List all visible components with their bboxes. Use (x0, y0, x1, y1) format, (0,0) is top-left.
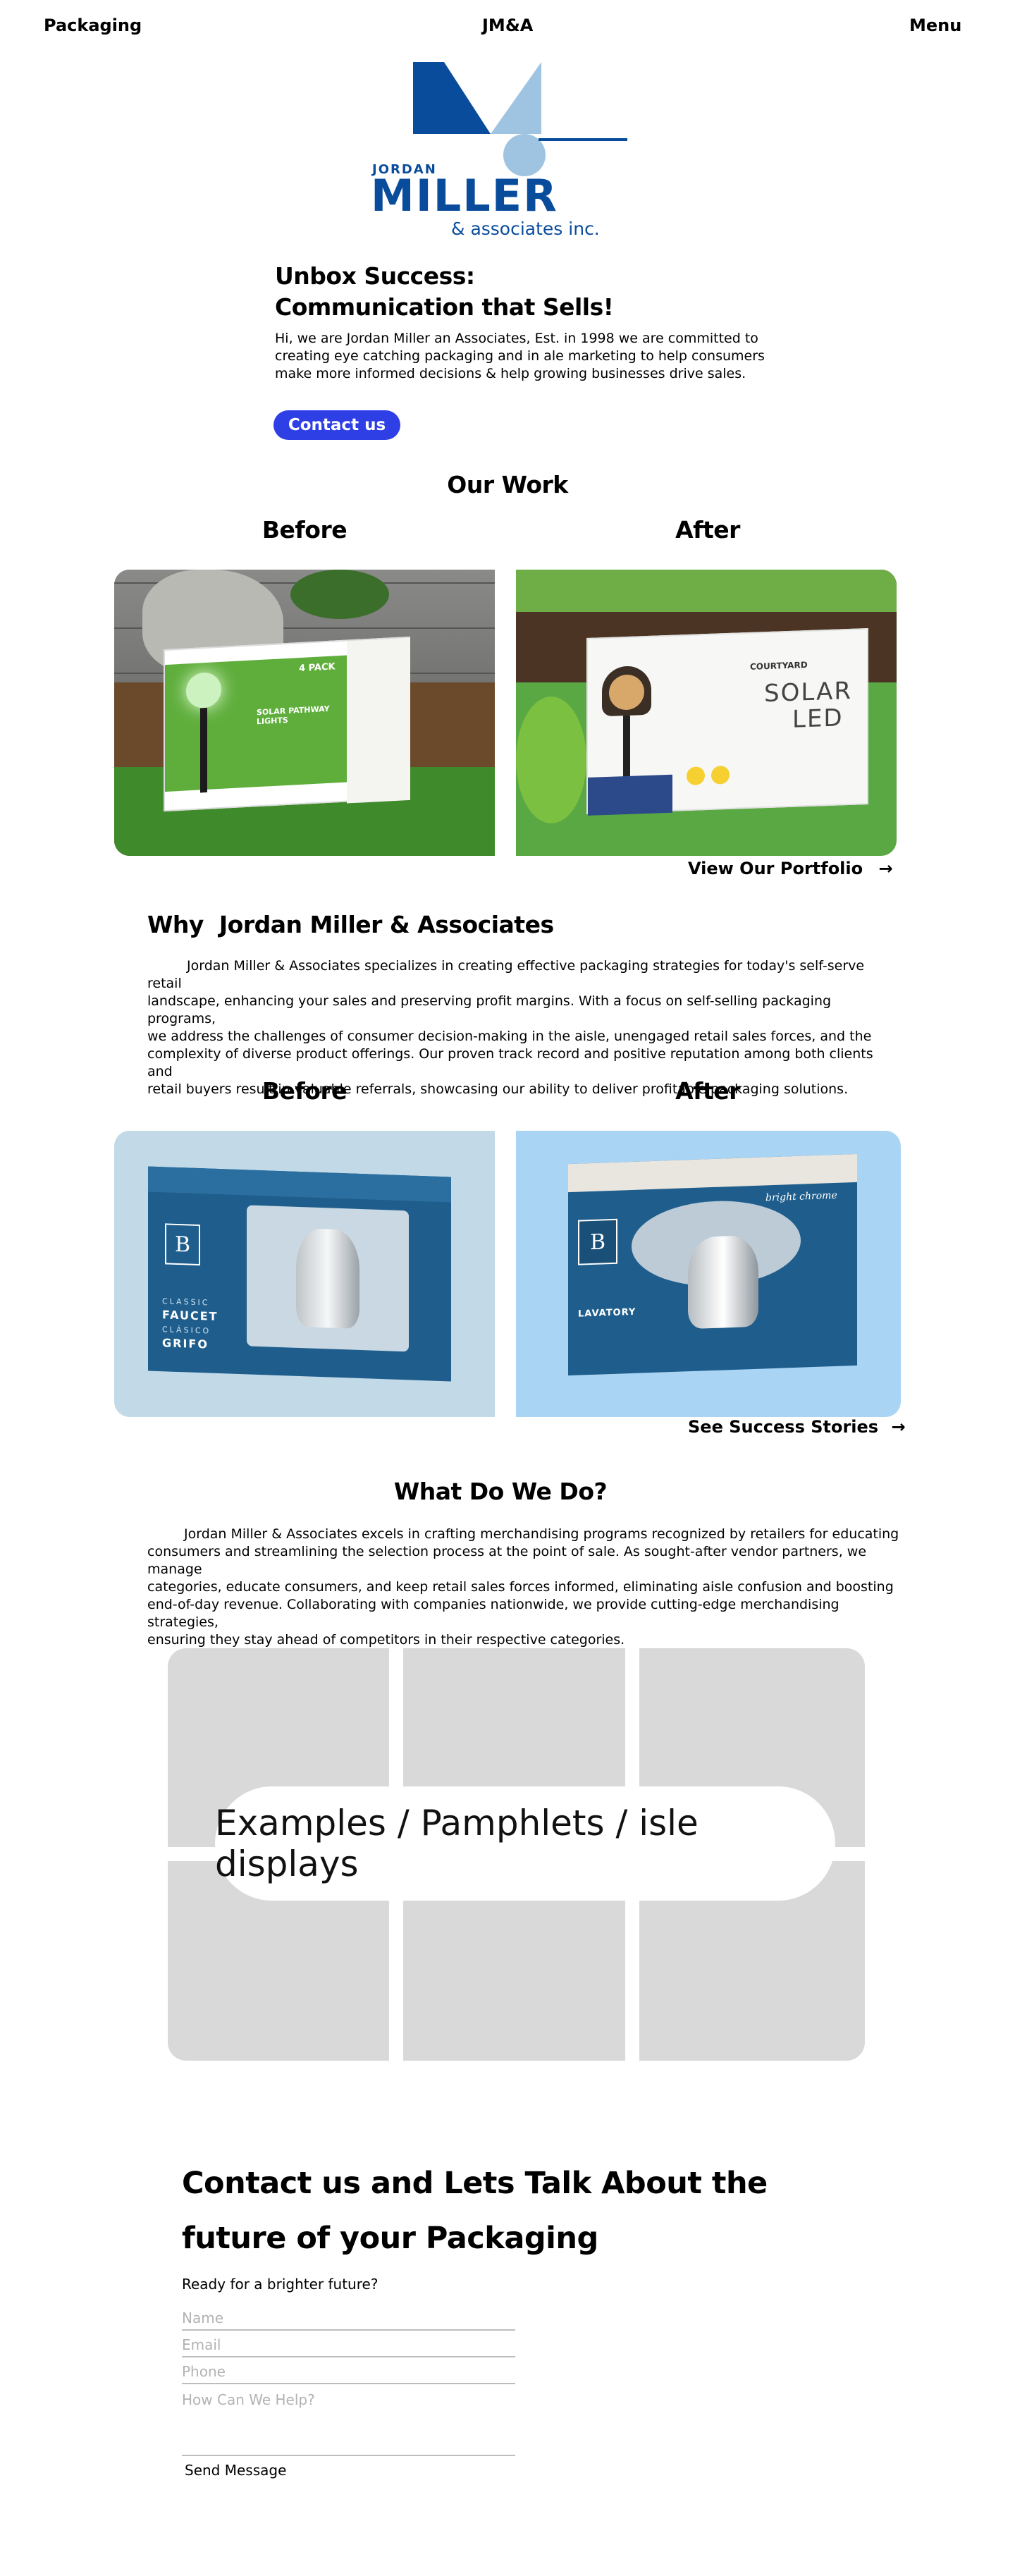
after-label-1: After (675, 516, 740, 544)
hero-intro-line: make more informed decisions & help grow… (275, 366, 746, 381)
faucet-label: FAUCET (162, 1308, 219, 1323)
nav-menu-link[interactable]: Menu (909, 16, 961, 35)
lavatory-label: LAVATORY (578, 1306, 636, 1320)
before-photo-faucet: B CLASSIC FAUCET CLÁSICO GRIFO (114, 1131, 495, 1417)
what-heading: What Do We Do? (393, 1478, 608, 1505)
email-field[interactable] (182, 2333, 515, 2357)
hero-intro-line: Hi, we are Jordan Miller an Associates, … (275, 331, 758, 346)
arrow-right-icon: → (878, 859, 893, 878)
view-portfolio-label: View Our Portfolio (688, 859, 863, 878)
hero-intro: Hi, we are Jordan Miller an Associates, … (275, 330, 768, 383)
why-heading: Why Jordan Miller & Associates (147, 911, 554, 938)
hero-intro-line: creating eye catching packaging and in a… (275, 348, 765, 364)
what-line: categories, educate consumers, and keep … (147, 1579, 894, 1595)
why-line: we address the challenges of consumer de… (147, 1029, 872, 1044)
brand-b-badge: B (165, 1223, 200, 1266)
what-line: ensuring they stay ahead of competitors … (147, 1632, 625, 1648)
logo-associates-text: & associates inc. (451, 219, 600, 239)
what-line: Jordan Miller & Associates excels in cra… (184, 1526, 899, 1542)
after-label-2: After (675, 1077, 740, 1105)
contact-us-button[interactable]: Contact us (273, 410, 400, 440)
solar-box: 4 PACK SOLAR PATHWAY LIGHTS (164, 636, 410, 812)
courtyard-box: COURTYARD SOLAR LED (586, 628, 868, 816)
what-paragraph: Jordan Miller & Associates excels in cra… (147, 1526, 909, 1649)
contact-subtitle: Ready for a brighter future? (182, 2276, 379, 2293)
before-label-1: Before (262, 516, 347, 544)
classic-label: CLASSIC (162, 1296, 210, 1308)
what-line: end-of-day revenue. Collaborating with c… (147, 1597, 839, 1630)
arrow-right-icon: → (891, 1417, 906, 1437)
why-line: Jordan Miller & Associates specializes i… (147, 958, 865, 991)
success-stories-link[interactable]: See Success Stories → (688, 1417, 906, 1437)
bright-chrome-label: bright chrome (765, 1189, 837, 1204)
hero-title-line2: Communication that Sells! (275, 293, 614, 321)
phone-field[interactable] (182, 2360, 515, 2384)
lavatory-box: B bright chrome LAVATORY (568, 1153, 857, 1376)
view-portfolio-link[interactable]: View Our Portfolio → (688, 859, 893, 878)
success-stories-label: See Success Stories (688, 1417, 879, 1437)
why-line: complexity of diverse product offerings.… (147, 1046, 873, 1079)
courtyard-brand: COURTYARD (750, 660, 808, 672)
contact-title-line1: Contact us and Lets Talk About the (182, 2166, 768, 2201)
grifo-label: GRIFO (162, 1336, 209, 1351)
hero-title: Unbox Success: Communication that Sells! (275, 261, 614, 323)
before-photo-solar: 4 PACK SOLAR PATHWAY LIGHTS (114, 570, 495, 856)
hero-title-line1: Unbox Success: (275, 262, 475, 290)
send-message-button[interactable]: Send Message (182, 2462, 289, 2479)
classic-faucet-box: B CLASSIC FAUCET CLÁSICO GRIFO (148, 1166, 451, 1382)
site-title[interactable]: JM&A (482, 16, 533, 35)
contact-title: Contact us and Lets Talk About the futur… (182, 2156, 768, 2266)
why-line: landscape, enhancing your sales and pres… (147, 993, 832, 1026)
name-field[interactable] (182, 2307, 515, 2331)
contact-title-line2: future of your Packaging (182, 2221, 598, 2256)
brand-b-badge-after: B (578, 1218, 617, 1265)
examples-label: Examples / Pamphlets / isle displays (215, 1786, 835, 1901)
solar-box-badge: 4 PACK (299, 661, 336, 675)
our-work-heading: Our Work (447, 471, 568, 498)
after-photo-faucet: B bright chrome LAVATORY (516, 1131, 901, 1417)
logo-miller-text: MILLER (371, 170, 558, 221)
clasico-label: CLÁSICO (162, 1325, 211, 1336)
help-message-field[interactable] (182, 2391, 515, 2456)
before-label-2: Before (262, 1077, 347, 1105)
after-photo-solar: COURTYARD SOLAR LED (516, 570, 897, 856)
what-line: consumers and streamlining the selection… (147, 1544, 867, 1577)
courtyard-led: LED (792, 704, 844, 734)
nav-packaging-link[interactable]: Packaging (44, 16, 142, 35)
